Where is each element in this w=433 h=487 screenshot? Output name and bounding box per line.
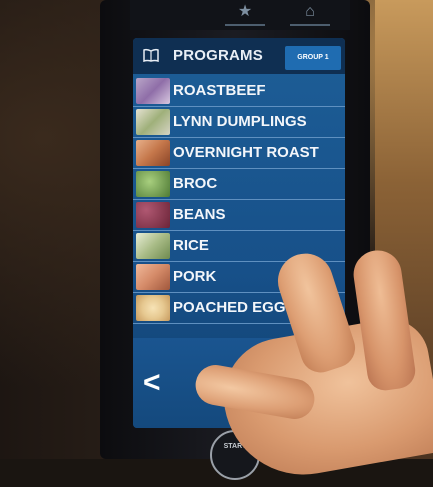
programs-header: PROGRAMS GROUP 1 [133, 38, 345, 74]
program-label: LYNN DUMPLINGS [173, 113, 307, 130]
program-item-roastbeef[interactable]: ROASTBEEF [133, 76, 345, 107]
program-label: BROC [173, 175, 218, 192]
program-item-broc[interactable]: BROC [133, 169, 345, 200]
book-icon [143, 48, 159, 62]
program-item-overnight-roast[interactable]: OVERNIGHT ROAST [133, 138, 345, 169]
program-label: RICE [173, 237, 209, 254]
favorites-icon[interactable]: ★ [225, 2, 265, 26]
pork-thumbnail [136, 264, 170, 290]
broc-thumbnail [136, 171, 170, 197]
program-label: BEANS [173, 206, 226, 223]
top-button-strip: ★ ⌂ [130, 0, 350, 30]
overnight-roast-thumbnail [136, 140, 170, 166]
program-item-lynn-dumplings[interactable]: LYNN DUMPLINGS [133, 107, 345, 138]
rice-thumbnail [136, 233, 170, 259]
previous-page-button[interactable]: < [143, 368, 161, 398]
page-title: PROGRAMS [173, 47, 263, 64]
beans-thumbnail [136, 202, 170, 228]
dumplings-thumbnail [136, 109, 170, 135]
poached-egg-thumbnail [136, 295, 170, 321]
program-label: OVERNIGHT ROAST [173, 144, 319, 161]
door-icon[interactable]: ⌂ [290, 2, 330, 26]
program-label: PORK [173, 268, 217, 285]
group-tab[interactable]: GROUP 1 [285, 46, 341, 70]
program-label: ROASTBEEF [173, 82, 266, 99]
roastbeef-thumbnail [136, 78, 170, 104]
program-label: POACHED EGG [173, 299, 286, 316]
program-item-beans[interactable]: BEANS [133, 200, 345, 231]
